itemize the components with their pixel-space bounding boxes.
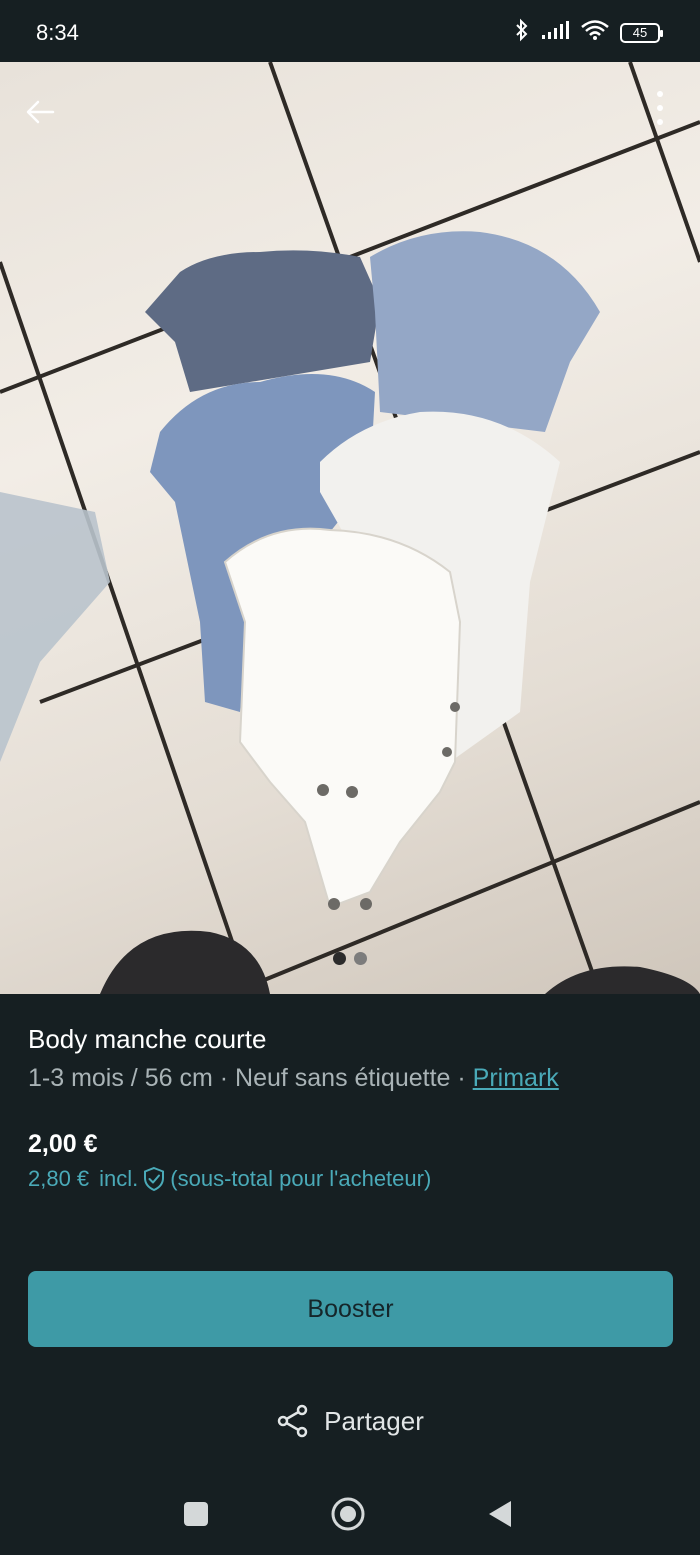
bluetooth-icon [514, 18, 530, 47]
system-navigation-bar [0, 1474, 700, 1555]
photo-image [0, 62, 700, 994]
square-icon [184, 1502, 208, 1526]
item-price: 2,00 € [28, 1130, 98, 1158]
item-details: Body manche courte 1-3 mois / 56 cm · Ne… [0, 994, 700, 1555]
gallery-dot-2[interactable] [354, 952, 367, 965]
item-title: Body manche courte [28, 1024, 267, 1054]
incl-label: incl. [99, 1166, 139, 1191]
circle-icon [331, 1497, 365, 1531]
share-button[interactable]: Partager [0, 1404, 700, 1438]
wifi-icon [580, 19, 610, 46]
item-size: 1-3 mois / 56 cm [28, 1064, 213, 1092]
item-meta: 1-3 mois / 56 cm · Neuf sans étiquette ·… [28, 1064, 559, 1093]
meta-separator: · [219, 1064, 236, 1092]
status-bar: 8:34 45 [0, 0, 700, 62]
buyer-note: (sous-total pour l'acheteur) [170, 1166, 432, 1191]
home-button[interactable] [328, 1494, 368, 1534]
item-condition: Neuf sans étiquette [235, 1064, 451, 1092]
share-icon [277, 1404, 308, 1438]
gallery-pagination [333, 952, 367, 965]
more-options-button[interactable] [642, 88, 678, 128]
buyer-total: 2,80 € [28, 1166, 90, 1191]
triangle-back-icon [489, 1501, 511, 1527]
status-time: 8:34 [36, 20, 79, 45]
battery-level: 45 [632, 25, 648, 40]
booster-button[interactable]: Booster [28, 1271, 673, 1347]
buyer-price-line[interactable]: 2,80 € incl. (sous-total pour l'acheteur… [28, 1166, 431, 1192]
meta-separator: · [457, 1064, 473, 1092]
more-vertical-icon [657, 91, 663, 125]
recents-button[interactable] [176, 1494, 216, 1534]
battery-icon: 45 [620, 22, 663, 43]
item-brand-link[interactable]: Primark [473, 1064, 559, 1092]
product-photo[interactable] [0, 62, 700, 994]
gallery-dot-1[interactable] [333, 952, 346, 965]
shield-check-icon [142, 1166, 166, 1192]
back-button[interactable] [20, 92, 60, 132]
status-icons: 45 [514, 18, 663, 47]
signal-icon [540, 20, 570, 45]
back-nav-button[interactable] [480, 1494, 520, 1534]
arrow-left-icon [26, 100, 55, 124]
share-label: Partager [324, 1405, 424, 1436]
